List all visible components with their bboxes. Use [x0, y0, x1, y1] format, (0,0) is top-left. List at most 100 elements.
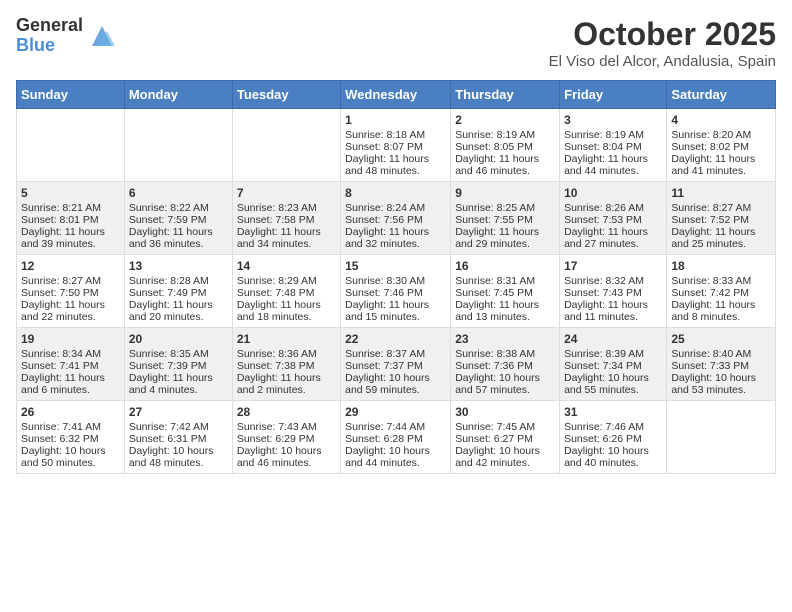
day-number: 27 — [129, 405, 228, 419]
sunrise-text: Sunrise: 8:27 AM — [21, 275, 101, 287]
sunset-text: Sunset: 6:27 PM — [455, 433, 533, 445]
daylight-text: Daylight: 10 hours and 48 minutes. — [129, 445, 214, 469]
sunrise-text: Sunrise: 8:38 AM — [455, 348, 535, 360]
sunset-text: Sunset: 7:49 PM — [129, 287, 207, 299]
calendar-cell: 17Sunrise: 8:32 AMSunset: 7:43 PMDayligh… — [560, 255, 667, 328]
sunset-text: Sunset: 7:46 PM — [345, 287, 423, 299]
sunrise-text: Sunrise: 7:41 AM — [21, 421, 101, 433]
daylight-text: Daylight: 11 hours and 29 minutes. — [455, 226, 539, 250]
calendar-cell: 19Sunrise: 8:34 AMSunset: 7:41 PMDayligh… — [17, 328, 125, 401]
calendar-cell — [17, 109, 125, 182]
day-number: 3 — [564, 113, 662, 127]
calendar-cell: 29Sunrise: 7:44 AMSunset: 6:28 PMDayligh… — [341, 401, 451, 474]
calendar-cell: 5Sunrise: 8:21 AMSunset: 8:01 PMDaylight… — [17, 182, 125, 255]
sunrise-text: Sunrise: 8:23 AM — [237, 202, 317, 214]
sunset-text: Sunset: 7:59 PM — [129, 214, 207, 226]
logo-blue-text: Blue — [16, 36, 83, 56]
sunrise-text: Sunrise: 8:21 AM — [21, 202, 101, 214]
sunset-text: Sunset: 7:36 PM — [455, 360, 533, 372]
calendar-cell: 27Sunrise: 7:42 AMSunset: 6:31 PMDayligh… — [124, 401, 232, 474]
daylight-text: Daylight: 11 hours and 48 minutes. — [345, 153, 429, 177]
sunrise-text: Sunrise: 7:42 AM — [129, 421, 209, 433]
daylight-text: Daylight: 11 hours and 36 minutes. — [129, 226, 213, 250]
day-header-saturday: Saturday — [667, 81, 776, 109]
sunset-text: Sunset: 7:52 PM — [671, 214, 749, 226]
daylight-text: Daylight: 11 hours and 13 minutes. — [455, 299, 539, 323]
calendar: SundayMondayTuesdayWednesdayThursdayFrid… — [16, 80, 776, 474]
daylight-text: Daylight: 11 hours and 32 minutes. — [345, 226, 429, 250]
sunset-text: Sunset: 7:39 PM — [129, 360, 207, 372]
day-number: 18 — [671, 259, 771, 273]
calendar-cell: 18Sunrise: 8:33 AMSunset: 7:42 PMDayligh… — [667, 255, 776, 328]
calendar-cell: 4Sunrise: 8:20 AMSunset: 8:02 PMDaylight… — [667, 109, 776, 182]
day-number: 9 — [455, 186, 555, 200]
header: General Blue October 2025 El Viso del Al… — [16, 16, 776, 70]
sunrise-text: Sunrise: 7:46 AM — [564, 421, 644, 433]
sunset-text: Sunset: 6:26 PM — [564, 433, 642, 445]
calendar-cell: 25Sunrise: 8:40 AMSunset: 7:33 PMDayligh… — [667, 328, 776, 401]
calendar-cell: 23Sunrise: 8:38 AMSunset: 7:36 PMDayligh… — [451, 328, 560, 401]
sunset-text: Sunset: 7:58 PM — [237, 214, 315, 226]
sunrise-text: Sunrise: 7:44 AM — [345, 421, 425, 433]
sunset-text: Sunset: 7:53 PM — [564, 214, 642, 226]
day-number: 25 — [671, 332, 771, 346]
daylight-text: Daylight: 11 hours and 46 minutes. — [455, 153, 539, 177]
sunrise-text: Sunrise: 8:19 AM — [455, 129, 535, 141]
daylight-text: Daylight: 11 hours and 15 minutes. — [345, 299, 429, 323]
sunset-text: Sunset: 7:48 PM — [237, 287, 315, 299]
calendar-cell: 31Sunrise: 7:46 AMSunset: 6:26 PMDayligh… — [560, 401, 667, 474]
sunrise-text: Sunrise: 8:37 AM — [345, 348, 425, 360]
sunrise-text: Sunrise: 8:26 AM — [564, 202, 644, 214]
daylight-text: Daylight: 11 hours and 20 minutes. — [129, 299, 213, 323]
daylight-text: Daylight: 10 hours and 46 minutes. — [237, 445, 322, 469]
daylight-text: Daylight: 11 hours and 8 minutes. — [671, 299, 755, 323]
sunrise-text: Sunrise: 8:33 AM — [671, 275, 751, 287]
calendar-cell: 16Sunrise: 8:31 AMSunset: 7:45 PMDayligh… — [451, 255, 560, 328]
calendar-cell: 20 Sunrise: 8:35 AMSunset: 7:39 PMDayligh… — [124, 328, 232, 401]
month-title: October 2025 — [549, 16, 776, 53]
sunset-text: Sunset: 6:32 PM — [21, 433, 99, 445]
day-number: 15 — [345, 259, 446, 273]
sunrise-text: Sunrise: 8:35 AM — [129, 348, 209, 360]
sunrise-text: Sunrise: 8:20 AM — [671, 129, 751, 141]
daylight-text: Daylight: 11 hours and 22 minutes. — [21, 299, 105, 323]
logo-general-text: General — [16, 16, 83, 36]
day-number: 30 — [455, 405, 555, 419]
sunrise-text: Sunrise: 8:39 AM — [564, 348, 644, 360]
daylight-text: Daylight: 10 hours and 40 minutes. — [564, 445, 649, 469]
sunset-text: Sunset: 8:07 PM — [345, 141, 423, 153]
sunset-text: Sunset: 7:33 PM — [671, 360, 749, 372]
day-header-monday: Monday — [124, 81, 232, 109]
daylight-text: Daylight: 10 hours and 53 minutes. — [671, 372, 756, 396]
calendar-cell: 22Sunrise: 8:37 AMSunset: 7:37 PMDayligh… — [341, 328, 451, 401]
calendar-cell — [124, 109, 232, 182]
calendar-cell: 11Sunrise: 8:27 AMSunset: 7:52 PMDayligh… — [667, 182, 776, 255]
daylight-text: Daylight: 11 hours and 4 minutes. — [129, 372, 213, 396]
sunset-text: Sunset: 7:50 PM — [21, 287, 99, 299]
sunset-text: Sunset: 8:01 PM — [21, 214, 99, 226]
calendar-cell: 12 Sunrise: 8:27 AMSunset: 7:50 PMDayligh… — [17, 255, 125, 328]
calendar-cell: 10Sunrise: 8:26 AMSunset: 7:53 PMDayligh… — [560, 182, 667, 255]
daylight-text: Daylight: 11 hours and 6 minutes. — [21, 372, 105, 396]
calendar-cell: 3Sunrise: 8:19 AMSunset: 8:04 PMDaylight… — [560, 109, 667, 182]
daylight-text: Daylight: 11 hours and 11 minutes. — [564, 299, 648, 323]
day-header-friday: Friday — [560, 81, 667, 109]
day-header-sunday: Sunday — [17, 81, 125, 109]
daylight-text: Daylight: 10 hours and 50 minutes. — [21, 445, 106, 469]
sunrise-text: Sunrise: 7:45 AM — [455, 421, 535, 433]
day-number: 20 — [129, 332, 228, 346]
calendar-cell — [232, 109, 340, 182]
calendar-cell: 13Sunrise: 8:28 AMSunset: 7:49 PMDayligh… — [124, 255, 232, 328]
sunset-text: Sunset: 6:28 PM — [345, 433, 423, 445]
day-number: 12 — [21, 259, 120, 273]
week-row-5: 26Sunrise: 7:41 AMSunset: 6:32 PMDayligh… — [17, 401, 776, 474]
day-header-thursday: Thursday — [451, 81, 560, 109]
calendar-cell: 28Sunrise: 7:43 AMSunset: 6:29 PMDayligh… — [232, 401, 340, 474]
day-number: 2 — [455, 113, 555, 127]
daylight-text: Daylight: 11 hours and 27 minutes. — [564, 226, 648, 250]
logo: General Blue — [16, 16, 117, 56]
day-header-tuesday: Tuesday — [232, 81, 340, 109]
sunset-text: Sunset: 7:37 PM — [345, 360, 423, 372]
sunrise-text: Sunrise: 7:43 AM — [237, 421, 317, 433]
daylight-text: Daylight: 10 hours and 44 minutes. — [345, 445, 430, 469]
